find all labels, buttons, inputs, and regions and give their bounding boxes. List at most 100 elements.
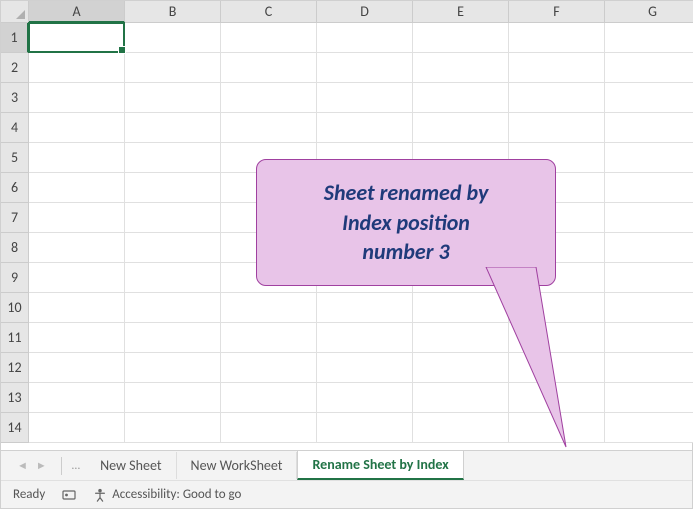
cell[interactable] [125, 233, 221, 263]
cell[interactable] [125, 53, 221, 83]
cell[interactable] [29, 203, 125, 233]
cell[interactable] [605, 293, 693, 323]
cell[interactable] [605, 383, 693, 413]
cell[interactable] [221, 53, 317, 83]
cell[interactable] [509, 53, 605, 83]
cell[interactable] [605, 323, 693, 353]
tab-overflow-icon[interactable]: … [66, 459, 86, 473]
cell[interactable] [317, 113, 413, 143]
cell[interactable] [317, 383, 413, 413]
row-header-2[interactable]: 2 [1, 53, 29, 83]
cell[interactable] [125, 263, 221, 293]
cell[interactable] [317, 353, 413, 383]
cell[interactable] [509, 23, 605, 53]
row-header-3[interactable]: 3 [1, 83, 29, 113]
cell[interactable] [605, 143, 693, 173]
row-header-7[interactable]: 7 [1, 203, 29, 233]
row-header-9[interactable]: 9 [1, 263, 29, 293]
cell[interactable] [125, 143, 221, 173]
cell[interactable] [125, 113, 221, 143]
column-header-e[interactable]: E [413, 1, 509, 23]
cell[interactable] [317, 83, 413, 113]
cell[interactable] [221, 383, 317, 413]
cell[interactable] [413, 53, 509, 83]
cell[interactable] [605, 23, 693, 53]
cell[interactable] [125, 203, 221, 233]
cell[interactable] [605, 353, 693, 383]
cell[interactable] [29, 263, 125, 293]
cell[interactable] [29, 383, 125, 413]
row-header-10[interactable]: 10 [1, 293, 29, 323]
row-header-8[interactable]: 8 [1, 233, 29, 263]
cell[interactable] [125, 323, 221, 353]
cell[interactable] [509, 83, 605, 113]
cell[interactable] [221, 23, 317, 53]
cell[interactable] [221, 83, 317, 113]
column-header-d[interactable]: D [317, 1, 413, 23]
tab-next-icon[interactable]: ► [36, 459, 47, 472]
row-header-12[interactable]: 12 [1, 353, 29, 383]
cell[interactable] [413, 113, 509, 143]
select-all-corner[interactable] [1, 1, 29, 23]
accessibility-status[interactable]: Accessibility: Good to go [93, 487, 241, 502]
cell[interactable] [125, 23, 221, 53]
cell[interactable] [125, 383, 221, 413]
column-header-b[interactable]: B [125, 1, 221, 23]
cell[interactable] [605, 83, 693, 113]
cell[interactable] [317, 293, 413, 323]
cell[interactable] [605, 53, 693, 83]
cell[interactable] [29, 293, 125, 323]
cell[interactable] [125, 83, 221, 113]
cell[interactable] [509, 113, 605, 143]
tab-nav-arrows[interactable]: ◄ ► [7, 459, 57, 472]
cell[interactable] [605, 113, 693, 143]
status-ready: Ready [13, 487, 45, 502]
column-header-a[interactable]: A [29, 1, 125, 23]
cell[interactable] [125, 353, 221, 383]
row-header-14[interactable]: 14 [1, 413, 29, 443]
row-header-1[interactable]: 1 [1, 23, 29, 53]
cell[interactable] [317, 23, 413, 53]
cell[interactable] [125, 293, 221, 323]
cell[interactable] [29, 353, 125, 383]
row-header-5[interactable]: 5 [1, 143, 29, 173]
cell[interactable] [221, 353, 317, 383]
row-header-4[interactable]: 4 [1, 113, 29, 143]
cell[interactable] [29, 323, 125, 353]
cell[interactable] [29, 83, 125, 113]
sheet-tab-rename-by-index[interactable]: Rename Sheet by Index [297, 450, 463, 480]
tab-prev-icon[interactable]: ◄ [17, 459, 28, 472]
row-header-11[interactable]: 11 [1, 323, 29, 353]
cell[interactable] [29, 113, 125, 143]
sheet-tab-new-worksheet[interactable]: New WorkSheet [177, 452, 298, 479]
cell[interactable] [317, 53, 413, 83]
cell[interactable] [605, 203, 693, 233]
cell[interactable] [221, 413, 317, 443]
cell[interactable] [29, 53, 125, 83]
cell[interactable] [125, 413, 221, 443]
sheet-tab-new-sheet[interactable]: New Sheet [86, 452, 176, 479]
cell[interactable] [221, 323, 317, 353]
row-header-13[interactable]: 13 [1, 383, 29, 413]
cell[interactable] [29, 173, 125, 203]
cell[interactable] [221, 113, 317, 143]
cell[interactable] [605, 263, 693, 293]
cell[interactable] [29, 233, 125, 263]
cell[interactable] [413, 23, 509, 53]
column-header-c[interactable]: C [221, 1, 317, 23]
row-header-6[interactable]: 6 [1, 173, 29, 203]
column-header-g[interactable]: G [605, 1, 693, 23]
cell[interactable] [413, 83, 509, 113]
cell[interactable] [29, 23, 125, 53]
cell[interactable] [317, 413, 413, 443]
cell[interactable] [29, 143, 125, 173]
cell[interactable] [605, 413, 693, 443]
cell[interactable] [317, 323, 413, 353]
cell[interactable] [29, 413, 125, 443]
cell[interactable] [605, 233, 693, 263]
macro-recorder-icon[interactable] [61, 487, 77, 503]
cell[interactable] [605, 173, 693, 203]
cell[interactable] [221, 293, 317, 323]
column-header-f[interactable]: F [509, 1, 605, 23]
cell[interactable] [125, 173, 221, 203]
